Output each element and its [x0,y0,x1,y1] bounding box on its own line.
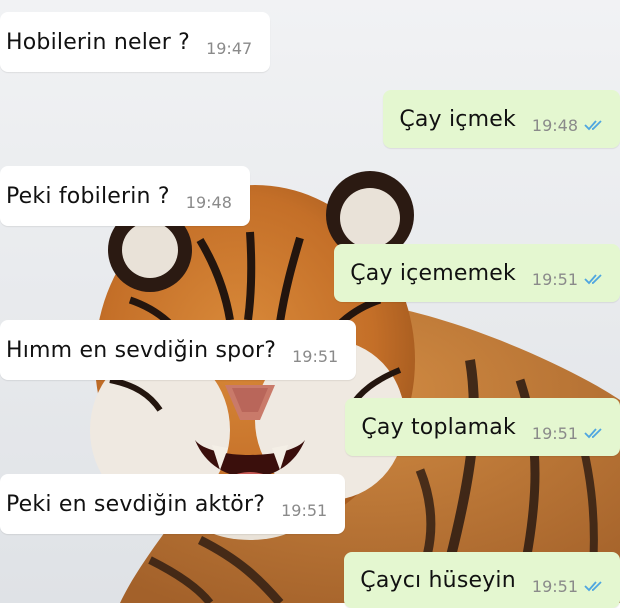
message-text: Çay içememek [350,260,516,286]
read-receipt-icon [584,579,606,593]
message-text: Çay toplamak [361,414,516,440]
message-time: 19:51 [281,500,328,520]
message-time: 19:51 [531,576,578,596]
message-text: Peki en sevdiğin aktör? [6,491,266,517]
read-receipt-icon [584,272,606,286]
message-time: 19:48 [531,115,578,135]
message-bubble-incoming[interactable]: Peki en sevdiğin aktör? 19:51 [0,474,346,534]
message-time: 19:51 [292,346,339,366]
message-bubble-incoming[interactable]: Peki fobilerin ? 19:48 [0,166,250,226]
message-text: Çay içmek [399,106,516,132]
message-time: 19:48 [185,192,232,212]
message-bubble-outgoing[interactable]: Çay toplamak 19:51 [345,398,620,456]
message-text: Hobilerin neler ? [6,29,191,55]
message-bubble-incoming[interactable]: Hımm en sevdiğin spor? 19:51 [0,320,357,380]
message-time: 19:51 [531,423,578,443]
message-time: 19:51 [531,269,578,289]
message-bubble-outgoing[interactable]: Çaycı hüseyin 19:51 [344,552,620,608]
message-text: Çaycı hüseyin [360,567,516,593]
message-text: Hımm en sevdiğin spor? [6,337,277,363]
message-text: Peki fobilerin ? [6,183,170,209]
read-receipt-icon [584,118,606,132]
message-bubble-outgoing[interactable]: Çay içememek 19:51 [334,244,620,302]
message-bubble-incoming[interactable]: Hobilerin neler ? 19:47 [0,12,271,72]
message-bubble-outgoing[interactable]: Çay içmek 19:48 [383,90,620,148]
message-time: 19:47 [206,38,253,58]
read-receipt-icon [584,426,606,440]
